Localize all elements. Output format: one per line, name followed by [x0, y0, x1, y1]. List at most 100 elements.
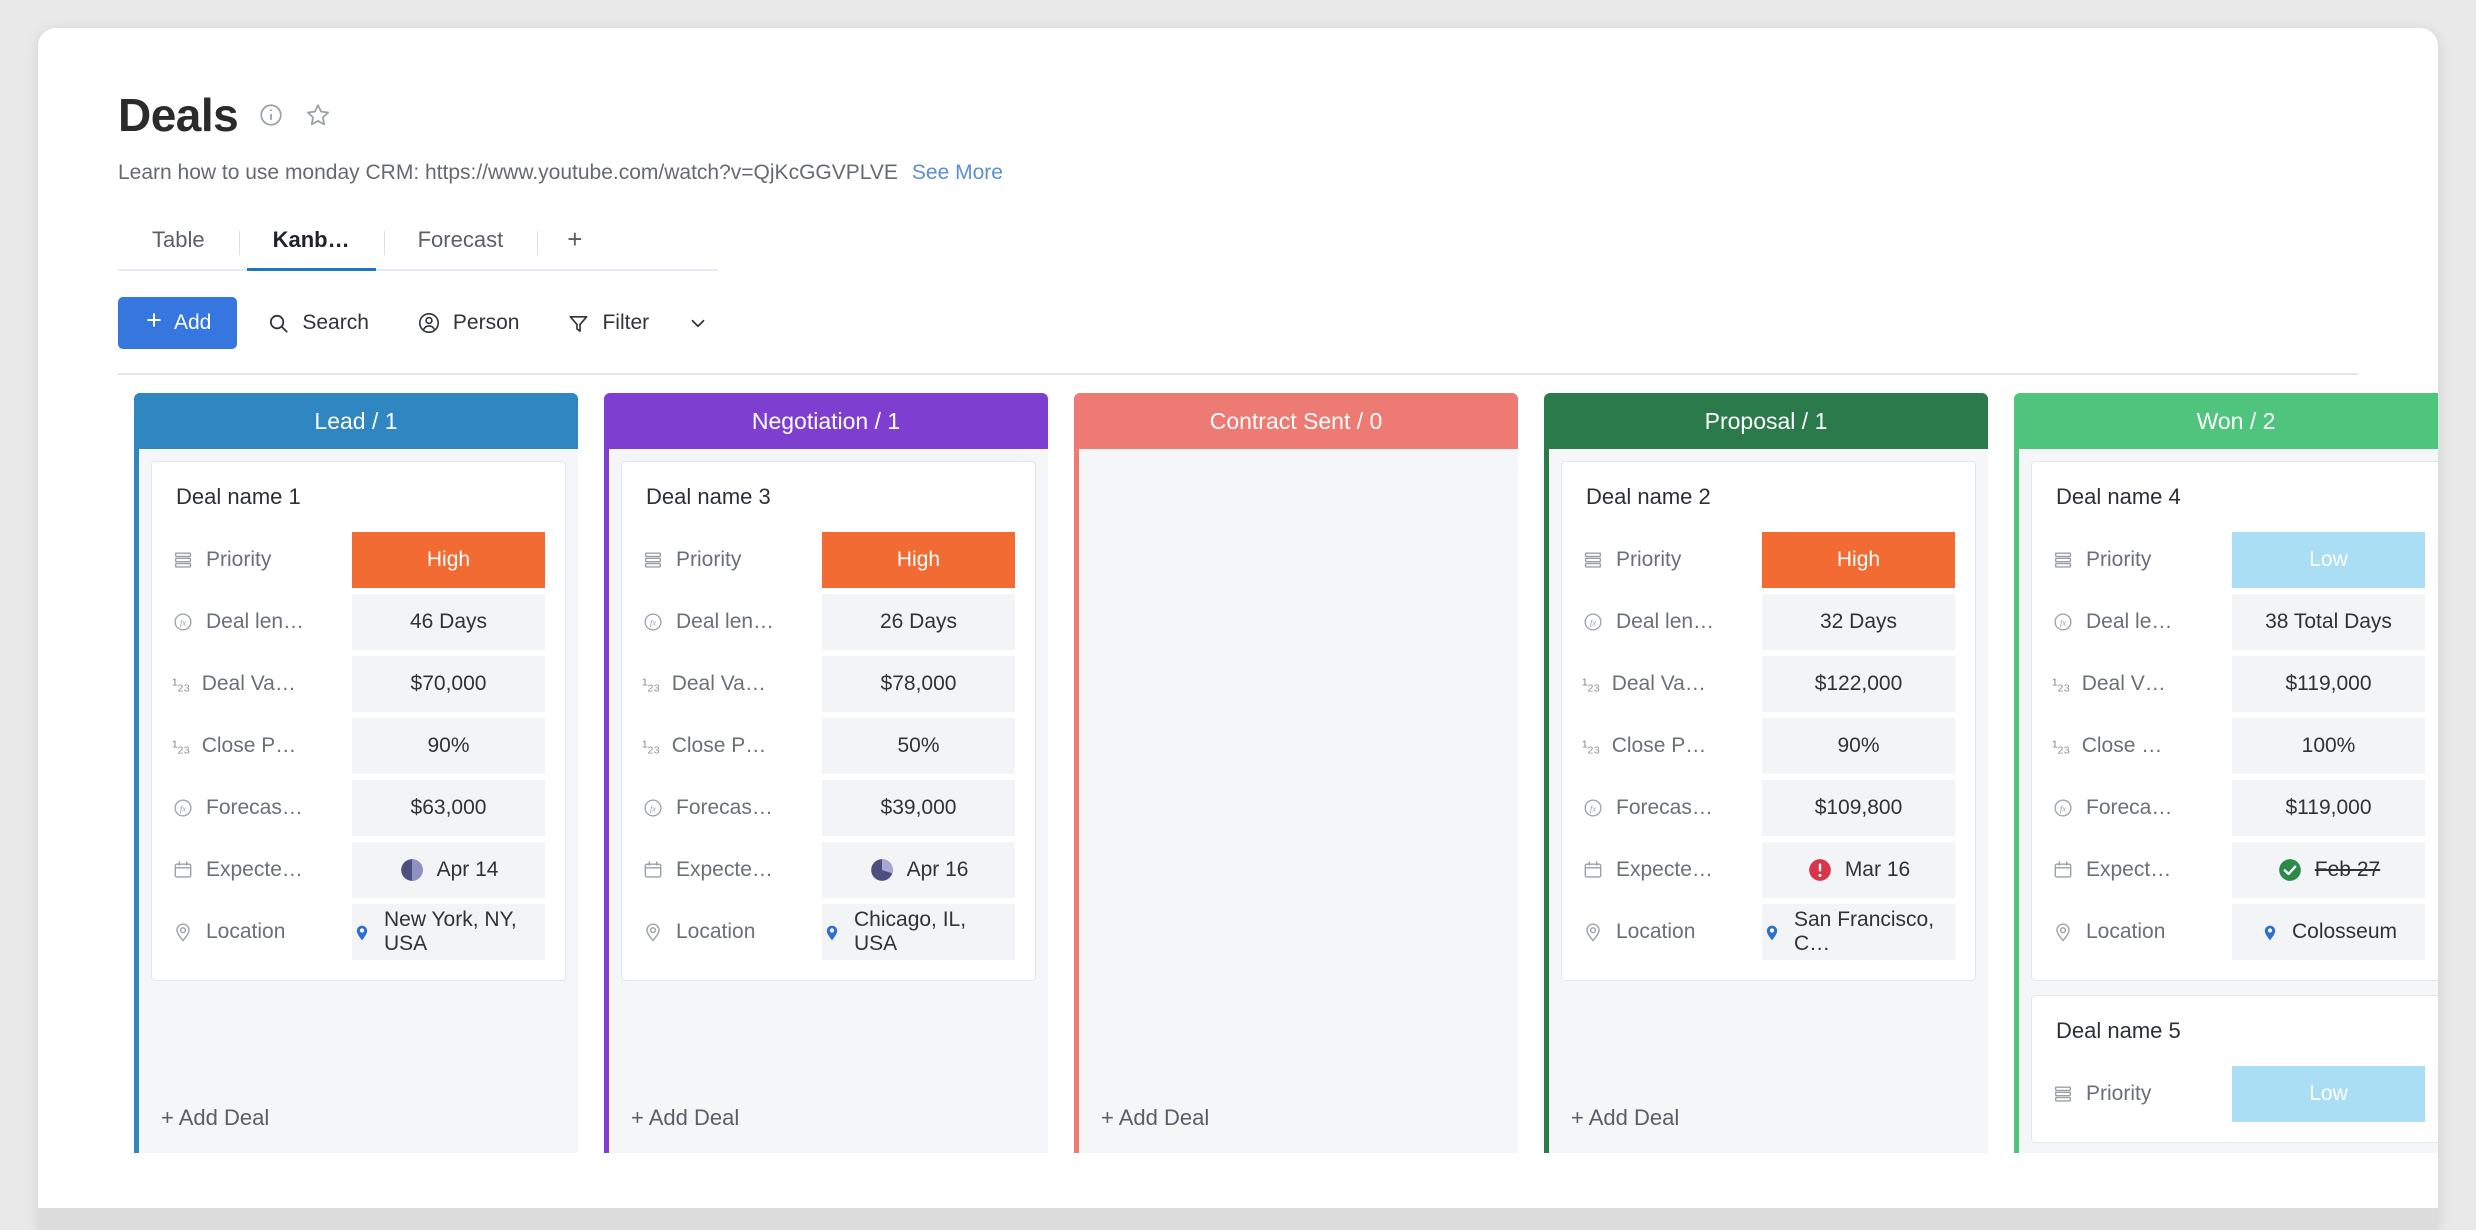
deal-field-value[interactable]: 90% [1762, 718, 1955, 775]
add-deal-button[interactable]: + Add Deal [1549, 1083, 1988, 1154]
see-more-link[interactable]: See More [912, 160, 1003, 185]
deal-field-value[interactable]: 90% [352, 718, 545, 775]
deal-field-value[interactable]: Low [2232, 532, 2425, 589]
tab-table[interactable]: Table [118, 213, 239, 269]
column-header-proposal[interactable]: Proposal / 1 [1544, 393, 1988, 450]
deal-field-value-text: High [426, 548, 471, 572]
star-outline-icon[interactable] [304, 101, 332, 129]
add-deal-button[interactable]: + Add Deal [1079, 1083, 1518, 1154]
formula-icon: fx [2052, 611, 2074, 633]
deal-field-value[interactable]: Mar 16 [1762, 842, 1955, 899]
column-header-won[interactable]: Won / 2 [2014, 393, 2438, 450]
add-button[interactable]: Add [118, 297, 238, 350]
filter-icon [567, 312, 590, 335]
deal-field-value[interactable]: 50% [822, 718, 1015, 775]
deal-field-row: ¹₂₃ Close P… 50% [642, 718, 1015, 775]
add-deal-button[interactable]: + Add Deal [609, 1083, 1048, 1154]
add-view-tab-button[interactable]: + [537, 213, 612, 269]
deal-field-value[interactable]: Feb 27 [2232, 842, 2425, 899]
deal-field-value[interactable]: $78,000 [822, 656, 1015, 713]
deal-field-value[interactable]: 38 Total Days [2232, 594, 2425, 651]
deal-field-value-text: 100% [2301, 734, 2356, 758]
deal-field-value[interactable]: $119,000 [2232, 780, 2425, 837]
deal-field-value[interactable]: Apr 14 [352, 842, 545, 899]
filter-button[interactable]: Filter [549, 297, 667, 349]
deal-field-row: Expecte… Apr 14 [172, 842, 545, 899]
column-header-negotiation[interactable]: Negotiation / 1 [604, 393, 1048, 450]
deal-field-label: Location [1582, 920, 1762, 944]
toolbar-divider [118, 373, 2358, 376]
deal-card-title: Deal name 1 [176, 484, 301, 510]
deal-field-value[interactable]: San Francisco, C… [1762, 904, 1955, 961]
deal-field-label: ¹₂₃ Deal Va… [172, 672, 352, 696]
deal-field-value[interactable]: New York, NY, USA [352, 904, 545, 961]
tab-forecast[interactable]: Forecast [383, 213, 538, 269]
deal-field-label: ¹₂₃ Close P… [172, 734, 352, 758]
deal-field-label: Priority [1582, 548, 1762, 572]
deal-field-value[interactable]: High [1762, 532, 1955, 589]
deal-field-value[interactable]: 100% [2232, 718, 2425, 775]
filter-chevron-down-icon[interactable] [677, 297, 719, 349]
deal-field-row: Expecte… Apr 16 [642, 842, 1015, 899]
column-header-lead[interactable]: Lead / 1 [134, 393, 578, 450]
deal-field-row: Priority High [1582, 532, 1955, 589]
deal-card[interactable]: Deal name 3 Priority High fx Deal len… 26 Day… [621, 461, 1036, 982]
column-cards-won: Deal name 4 Priority Low fx Deal le… 38 Total… [2019, 449, 2438, 1153]
deal-field-value[interactable]: $39,000 [822, 780, 1015, 837]
deal-field-value[interactable]: Apr 16 [822, 842, 1015, 899]
tab-kanban[interactable]: Kanb… [238, 213, 384, 272]
formula-icon: fx [2052, 797, 2074, 819]
column-header-contract-sent[interactable]: Contract Sent / 0 [1074, 393, 1518, 450]
deal-field-value[interactable]: 32 Days [1762, 594, 1955, 651]
deal-field-label: Priority [642, 548, 822, 572]
column-title: Proposal / 1 [1704, 407, 1828, 434]
deal-field-row: Priority Low [2052, 1066, 2425, 1123]
status-list-icon [642, 549, 664, 571]
deal-card[interactable]: Deal name 4 Priority Low fx Deal le… 38 Total… [2031, 461, 2438, 982]
horizontal-page-scrollbar[interactable] [38, 1208, 2438, 1230]
deal-field-row: Priority High [172, 532, 545, 589]
deal-card[interactable]: Deal name 1 Priority High fx Deal len… 46 Day… [151, 461, 566, 982]
svg-text:fx: fx [2060, 617, 2066, 627]
deal-field-label-text: Forecas… [206, 796, 303, 820]
deal-field-value[interactable]: Chicago, IL, USA [822, 904, 1015, 961]
column-cards-lead: Deal name 1 Priority High fx Deal len… 46 Day… [139, 449, 578, 1083]
plus-icon [144, 310, 164, 336]
add-deal-button[interactable]: + Add Deal [139, 1083, 578, 1154]
deal-field-value[interactable]: 46 Days [352, 594, 545, 651]
deal-field-value-text: 32 Days [1819, 610, 1898, 634]
deal-field-value[interactable]: High [352, 532, 545, 589]
deal-field-value[interactable]: 26 Days [822, 594, 1015, 651]
person-icon [417, 311, 441, 335]
info-circle-icon[interactable] [258, 102, 284, 128]
deal-field-value-text: $119,000 [2285, 796, 2372, 820]
svg-text:fx: fx [180, 803, 186, 813]
column-body-negotiation: Deal name 3 Priority High fx Deal len… 26 Day… [604, 449, 1048, 1154]
deal-card[interactable]: Deal name 2 Priority High fx Deal len… 32 Day… [1561, 461, 1976, 982]
deal-field-row: Location San Francisco, C… [1582, 904, 1955, 961]
person-button[interactable]: Person [399, 297, 538, 349]
deal-field-value[interactable]: $109,800 [1762, 780, 1955, 837]
column-title: Won / 2 [2196, 407, 2276, 434]
deal-card[interactable]: Deal name 5 Priority Low [2031, 995, 2438, 1144]
deal-field-value[interactable]: Low [2232, 1066, 2425, 1123]
deal-field-value[interactable]: $122,000 [1762, 656, 1955, 713]
deal-field-row: fx Deal le… 38 Total Days [2052, 594, 2425, 651]
deal-field-value[interactable]: High [822, 532, 1015, 589]
deal-field-label: Location [642, 920, 822, 944]
deal-field-value[interactable]: Colosseum [2232, 904, 2425, 961]
deal-field-value-text: $39,000 [880, 796, 957, 820]
deal-field-value[interactable]: $119,000 [2232, 656, 2425, 713]
column-cards-contract-sent [1079, 449, 1518, 1083]
deal-field-value[interactable]: $70,000 [352, 656, 545, 713]
calendar-icon [172, 859, 194, 881]
search-button[interactable]: Search [249, 297, 387, 349]
deal-field-label: Priority [2052, 548, 2232, 572]
board-toolbar: Add Search Person Filter [118, 297, 2438, 350]
location-pin-icon [352, 922, 372, 942]
numbers-icon: ¹₂₃ [2052, 736, 2070, 756]
deal-field-label: Location [2052, 920, 2232, 944]
deal-field-row: Location New York, NY, USA [172, 904, 545, 961]
deal-field-value[interactable]: $63,000 [352, 780, 545, 837]
deal-field-value-text: Apr 16 [906, 858, 969, 882]
